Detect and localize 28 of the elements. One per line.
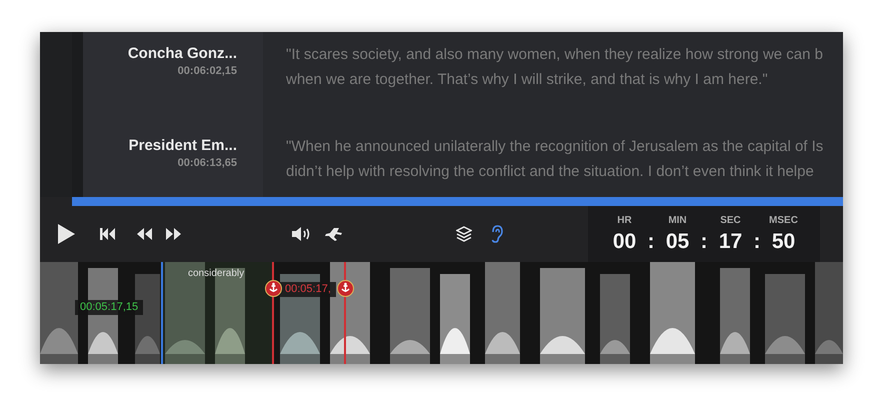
time-value: 00 <box>612 230 636 254</box>
play-button[interactable] <box>56 223 76 245</box>
time-unit-label: MSEC <box>769 215 798 227</box>
timestamp[interactable]: 00:06:02,15 <box>83 64 237 78</box>
speaker-name[interactable]: Concha Gonz... <box>83 44 237 64</box>
volume-button[interactable] <box>292 227 311 241</box>
time-unit-label: MIN <box>668 215 687 227</box>
plane-button[interactable] <box>325 227 343 241</box>
time-unit-label: SEC <box>720 215 741 227</box>
ear-button[interactable] <box>490 225 503 243</box>
time-separator: : <box>754 230 760 254</box>
transcript-text: "It scares society, and also many women, when they realize how strong we can b when we are together. That’s why I will strike, and that is why I am here." <box>285 45 823 90</box>
time-separator: : <box>648 230 654 254</box>
speaker-name[interactable]: President Em... <box>83 136 237 156</box>
cursor-time: 00:05:17,15 <box>75 300 144 315</box>
transcript-text: "When he announced unilaterally the recognition of Jerusalem as the capital of Is didn’t help with resolving the conflict and the situation. I don’t even think it helpe <box>285 137 824 182</box>
time-value: 50 <box>772 230 796 254</box>
time-unit-label: HR <box>617 215 632 227</box>
time-value: 17 <box>718 230 742 254</box>
time-value: 05 <box>666 230 690 254</box>
timestamp[interactable]: 00:06:13,65 <box>83 156 237 170</box>
segment-word: considerably <box>188 267 244 281</box>
selection-time: 00:05:17, <box>280 282 336 297</box>
layers-button[interactable] <box>456 226 472 242</box>
rewind-button[interactable] <box>137 228 152 240</box>
time-separator: : <box>700 230 708 254</box>
fast-forward-button[interactable] <box>166 228 181 240</box>
skip-back-button[interactable] <box>100 228 115 240</box>
